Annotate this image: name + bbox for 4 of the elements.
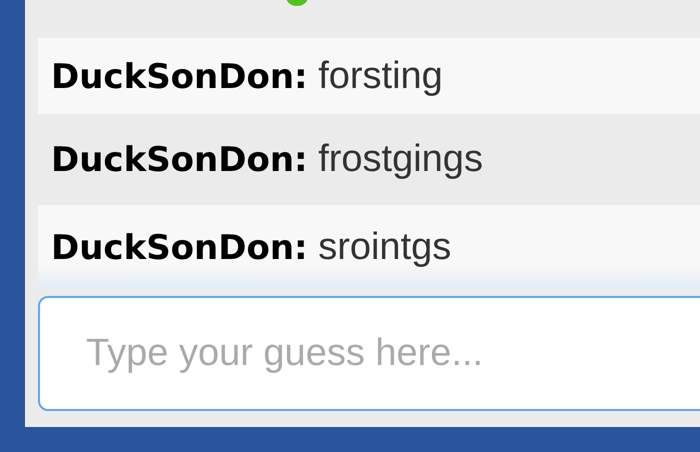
chat-message: DuckSonDon: forsting: [51, 54, 443, 98]
guess-input-field[interactable]: Type your guess here...: [38, 296, 700, 411]
chat-message: DuckSonDon: frostgings: [51, 138, 483, 181]
chat-message: DuckSonDon: srointgs: [51, 226, 452, 268]
